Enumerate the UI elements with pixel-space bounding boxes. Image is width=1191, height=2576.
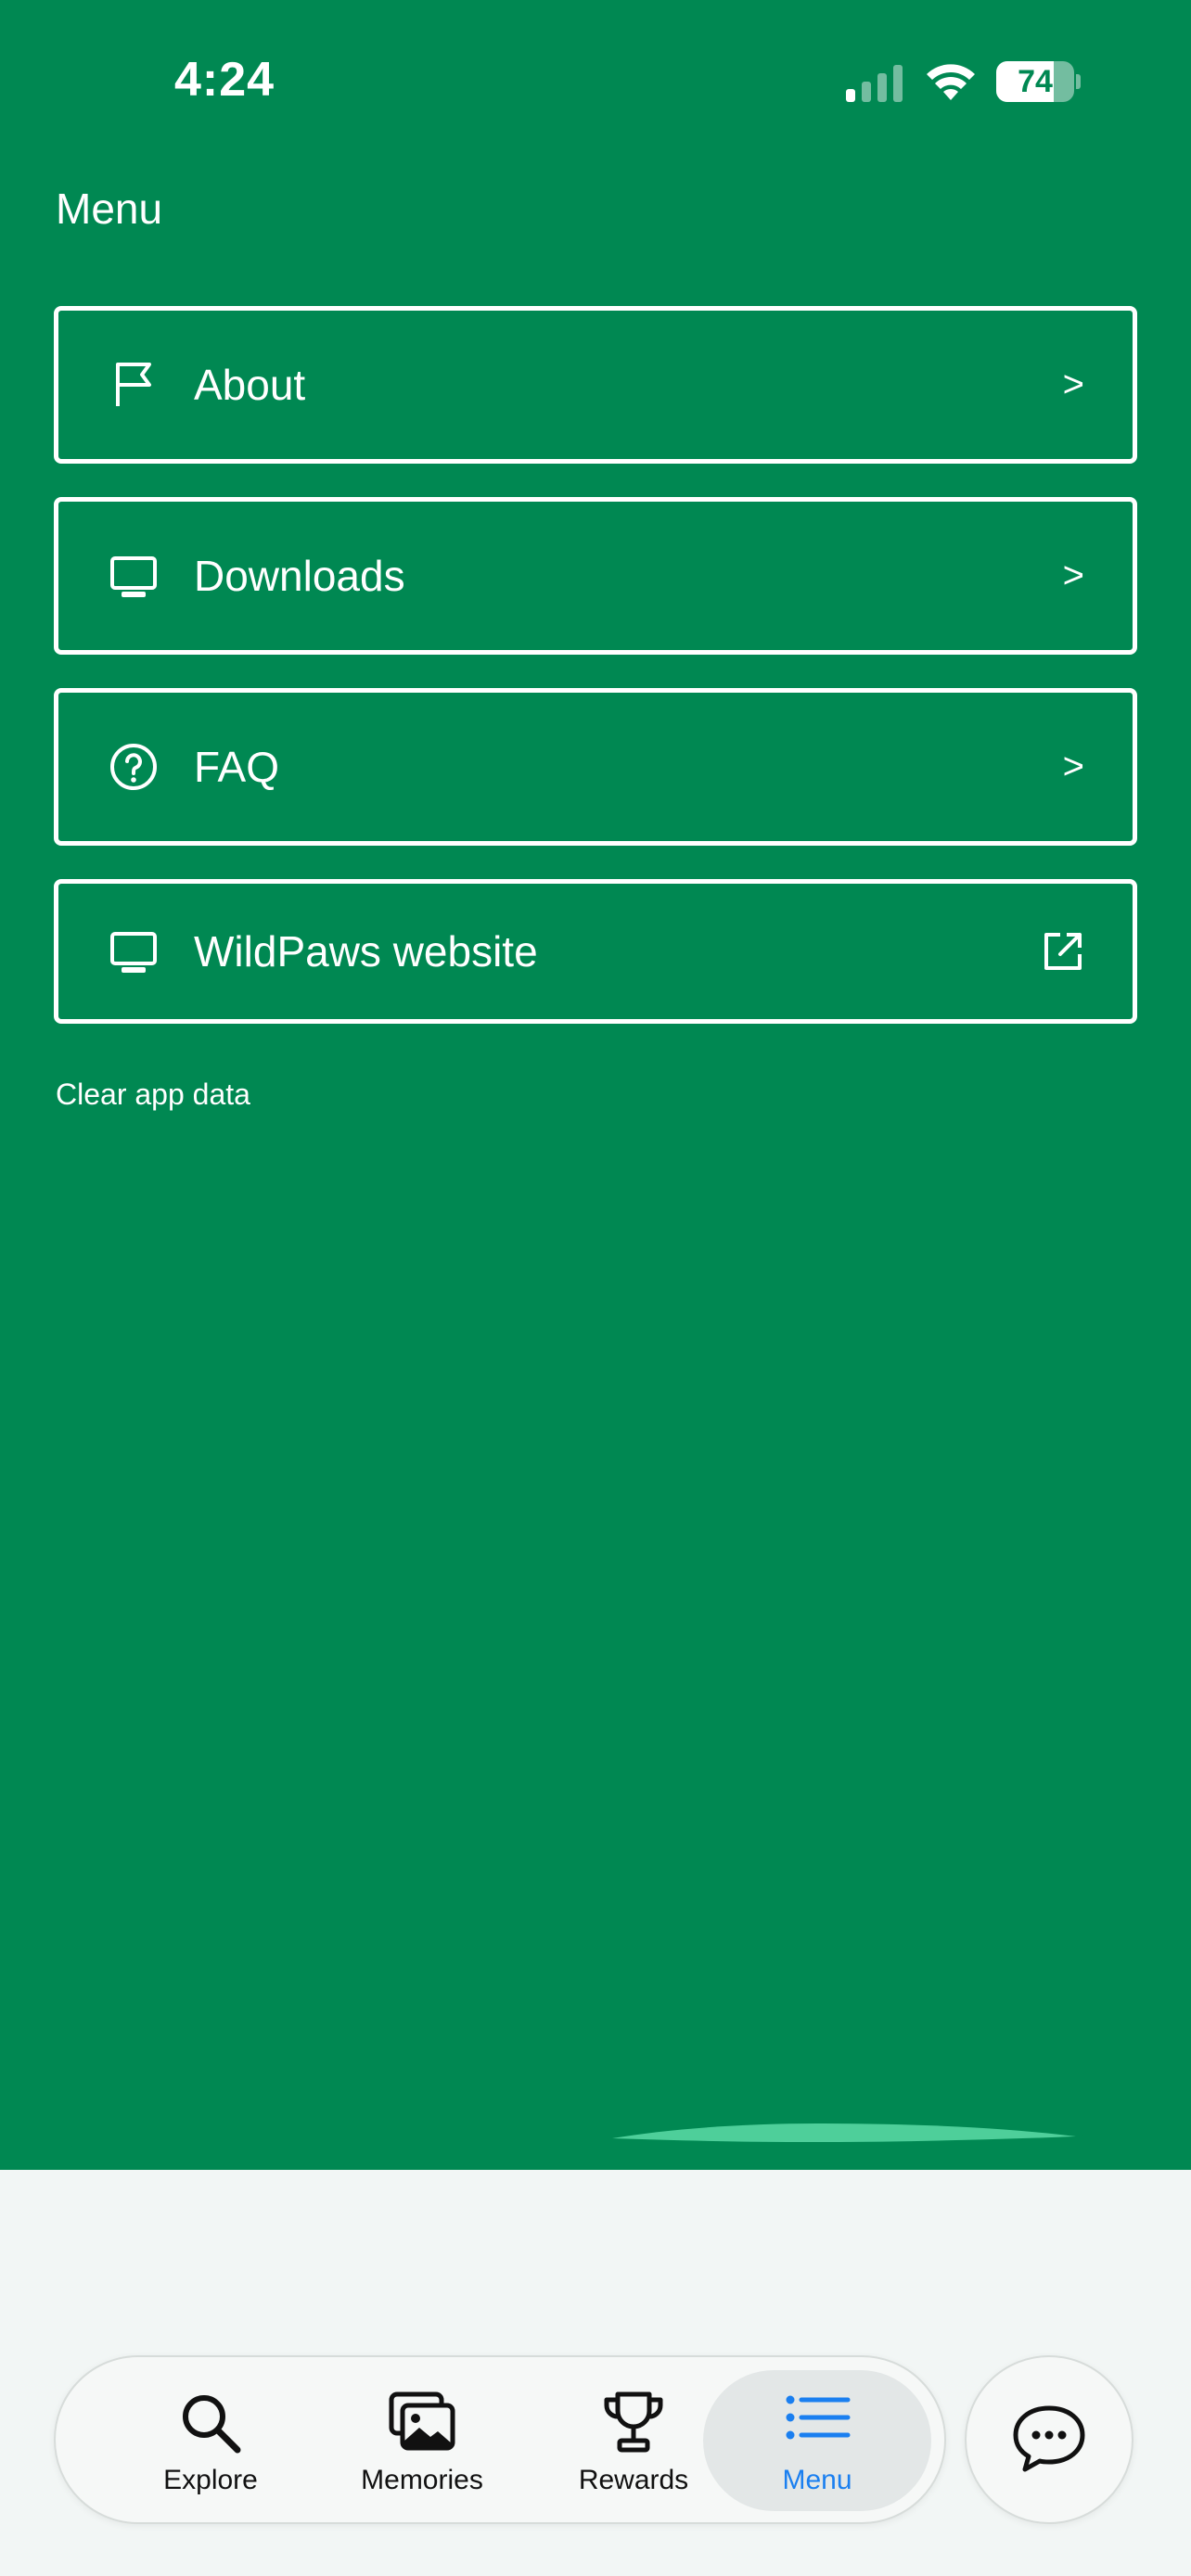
monitor-icon: [110, 556, 157, 597]
menu-item-wildpaws-website[interactable]: WildPaws website: [54, 879, 1137, 1024]
status-time: 4:24: [174, 53, 275, 107]
clear-app-data-link[interactable]: Clear app data: [56, 1078, 250, 1112]
images-icon: [389, 2391, 455, 2451]
external-link-icon: [1044, 933, 1082, 970]
battery-tip: [1076, 74, 1081, 89]
menu-item-faq[interactable]: FAQ >: [54, 688, 1137, 846]
menu-item-label: FAQ: [194, 743, 280, 791]
chat-button[interactable]: [965, 2355, 1133, 2524]
trophy-icon: [604, 2391, 663, 2453]
menu-screen: 4:24 74 Menu About > Downloads > FAQ > W…: [0, 0, 1191, 2576]
monitor-icon: [110, 932, 157, 973]
menu-item-label: Downloads: [194, 552, 405, 600]
menu-list: About > Downloads > FAQ > WildPaws websi…: [54, 306, 1137, 1057]
status-bar: 4:24 74: [0, 0, 1191, 167]
flag-icon: [116, 363, 151, 406]
chat-bubble-icon: [1013, 2405, 1085, 2472]
menu-item-downloads[interactable]: Downloads >: [54, 497, 1137, 655]
battery-percent: 74: [1018, 64, 1053, 99]
chevron-right-icon: >: [1062, 555, 1084, 596]
menu-item-about[interactable]: About >: [54, 306, 1137, 464]
tab-explore[interactable]: Explore: [104, 2357, 317, 2522]
tab-label: Explore: [163, 2465, 258, 2495]
tab-menu[interactable]: Menu: [703, 2357, 931, 2522]
tab-label: Menu: [782, 2465, 852, 2495]
list-icon: [786, 2395, 851, 2440]
wifi-icon: [927, 64, 975, 100]
question-circle-icon: [110, 744, 157, 790]
cellular-signal-icon: [846, 65, 903, 102]
tab-memories[interactable]: Memories: [315, 2357, 529, 2522]
chevron-right-icon: >: [1062, 746, 1084, 787]
tab-label: Memories: [361, 2465, 483, 2495]
menu-item-label: About: [194, 361, 306, 409]
battery-body: 74: [996, 61, 1074, 102]
menu-item-label: WildPaws website: [194, 927, 538, 976]
tab-bar: Explore Memories Rewards Menu: [54, 2355, 946, 2524]
search-icon: [183, 2395, 241, 2454]
wave-divider: [0, 2105, 1191, 2165]
battery-indicator: 74: [996, 61, 1081, 102]
page-title: Menu: [56, 185, 163, 233]
chevron-right-icon: >: [1062, 363, 1084, 405]
